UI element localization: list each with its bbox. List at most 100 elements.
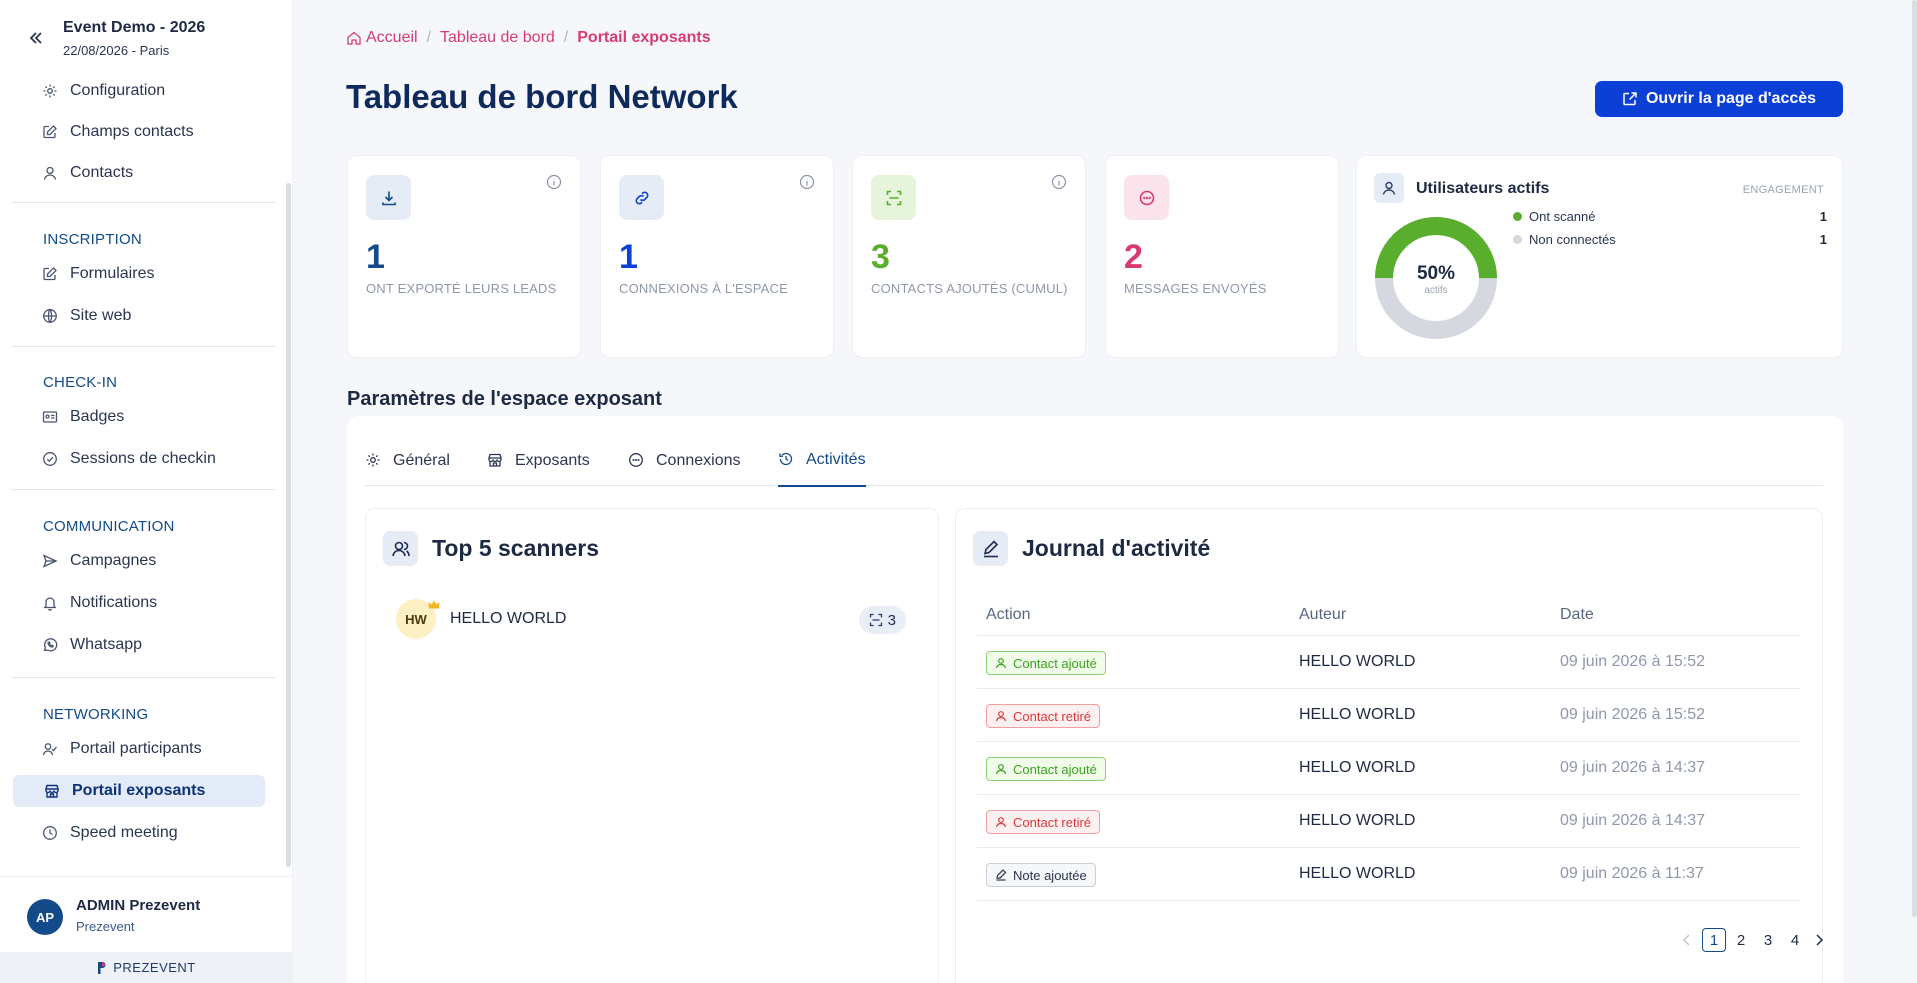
open-access-page-button[interactable]: Ouvrir la page d'accès [1595,81,1843,117]
breadcrumb-separator: / [563,29,569,46]
table-row: Note ajoutée HELLO WORLD 09 juin 2026 à … [977,848,1801,901]
page-scrollbar[interactable] [1912,0,1917,917]
breadcrumb-dashboard[interactable]: Tableau de bord [440,29,555,47]
event-title: Event Demo - 2026 [63,19,206,36]
breadcrumb-home[interactable]: Accueil [366,29,418,47]
cell-date: 09 juin 2026 à 15:52 [1560,706,1706,723]
action-badge: Note ajoutée [986,863,1096,887]
pen-icon [995,869,1007,881]
active-users-card: Utilisateurs actifs ENGAGEMENT 50% actif… [1356,155,1843,358]
badge-icon [42,409,58,425]
action-badge: Contact ajouté [986,651,1106,675]
next-page-icon[interactable] [1807,928,1831,952]
nav-label: Portail participants [70,740,202,757]
tab-general[interactable]: Général [365,452,450,490]
nav-portail-participants[interactable]: Portail participants [13,733,265,765]
user-profile[interactable]: AP ADMIN Prezevent Prezevent [0,876,293,952]
users-icon [383,531,418,566]
column-date[interactable]: Date [1560,606,1594,624]
settings-panel: Général Exposants Connexions Activités T… [347,416,1843,983]
sidebar-scrollbar[interactable] [286,183,291,867]
legend-dot [1513,212,1522,221]
external-link-icon [1622,91,1638,107]
user-icon [995,816,1007,828]
column-author[interactable]: Auteur [1299,606,1346,624]
activity-log-title: Journal d'activité [1022,535,1211,561]
globe-icon [42,308,58,324]
table-row: Contact ajouté HELLO WORLD 09 juin 2026 … [977,742,1801,795]
column-action[interactable]: Action [986,606,1030,624]
nav-champs-contacts[interactable]: Champs contacts [13,116,265,148]
prev-page-icon[interactable] [1675,928,1699,952]
nav-contacts[interactable]: Contacts [13,157,265,189]
pen-icon [973,531,1008,566]
stat-value: 2 [1124,238,1143,276]
nav-campagnes[interactable]: Campagnes [13,545,265,577]
message-icon [1124,175,1169,220]
nav-whatsapp[interactable]: Whatsapp [13,629,265,661]
nav-label: Whatsapp [70,636,143,653]
legend-not-connected: Non connectés 1 [1513,232,1827,247]
clock-icon [42,825,58,841]
active-users-donut: 50% actifs [1375,217,1497,339]
action-label: Contact retiré [1013,814,1092,830]
table-header: Action Auteur Date [977,594,1801,636]
top-scanners-card: Top 5 scanners HW HELLO WORLD 3 [365,508,939,983]
nav-label: Site web [70,307,132,324]
info-icon[interactable] [1051,174,1067,190]
table-row: Contact retiré HELLO WORLD 09 juin 2026 … [977,689,1801,742]
action-label: Contact ajouté [1013,761,1097,777]
nav-sessions-checkin[interactable]: Sessions de checkin [13,443,265,475]
engagement-tag: ENGAGEMENT [1742,184,1824,196]
collapse-sidebar-icon[interactable] [26,28,46,48]
info-icon[interactable] [546,174,562,190]
tab-label: Connexions [656,452,741,469]
users-icon [42,741,58,757]
nav-label: Sessions de checkin [70,450,216,467]
scanner-name: HELLO WORLD [450,610,567,627]
scan-icon [871,175,916,220]
page-title: Tableau de bord Network [346,78,738,115]
user-name: ADMIN Prezevent [76,897,201,914]
section-title-checkin: CHECK-IN [43,374,118,391]
pagination: 1 2 3 4 [1675,928,1831,952]
settings-tabs: Général Exposants Connexions Activités [365,448,1823,487]
home-icon[interactable] [346,30,362,46]
nav-configuration[interactable]: Configuration [13,75,265,107]
page-1[interactable]: 1 [1702,928,1726,952]
user-org: Prezevent [76,919,135,934]
page-2[interactable]: 2 [1729,928,1753,952]
legend-count: 1 [1819,232,1827,247]
cell-author: HELLO WORLD [1299,812,1416,829]
table-row: Contact retiré HELLO WORLD 09 juin 2026 … [977,795,1801,848]
nav-site-web[interactable]: Site web [13,300,265,332]
cell-date: 09 juin 2026 à 11:37 [1560,865,1704,882]
page-3[interactable]: 3 [1756,928,1780,952]
legend-label: Ont scanné [1529,209,1596,224]
nav-portail-exposants[interactable]: Portail exposants [13,775,265,807]
page-4[interactable]: 4 [1783,928,1807,952]
scan-icon [869,613,883,627]
tab-connexions[interactable]: Connexions [628,452,741,490]
tab-label: Général [393,452,450,469]
nav-badges[interactable]: Badges [13,401,265,433]
stat-card-exported-leads: 1 ONT EXPORTÉ LEURS LEADS [347,155,581,358]
nav-speed-meeting[interactable]: Speed meeting [13,817,265,849]
open-button-label: Ouvrir la page d'accès [1645,90,1817,107]
gear-icon [42,83,58,99]
user-icon [995,763,1007,775]
donut-percent-sub: actifs [1424,285,1447,296]
breadcrumb-current: Portail exposants [577,29,711,46]
nav-formulaires[interactable]: Formulaires [13,258,265,290]
nav-notifications[interactable]: Notifications [13,587,265,619]
tab-activites[interactable]: Activités [778,451,866,487]
nav-label: Formulaires [70,265,155,282]
tab-exposants[interactable]: Exposants [487,452,590,490]
gear-icon [365,452,381,468]
scan-count-badge: 3 [858,606,906,634]
legend-count: 1 [1819,209,1827,224]
scanner-row[interactable]: HW HELLO WORLD 3 [396,599,906,639]
nav-label: Campagnes [70,552,157,569]
nav-label: Badges [70,408,125,425]
info-icon[interactable] [799,174,815,190]
